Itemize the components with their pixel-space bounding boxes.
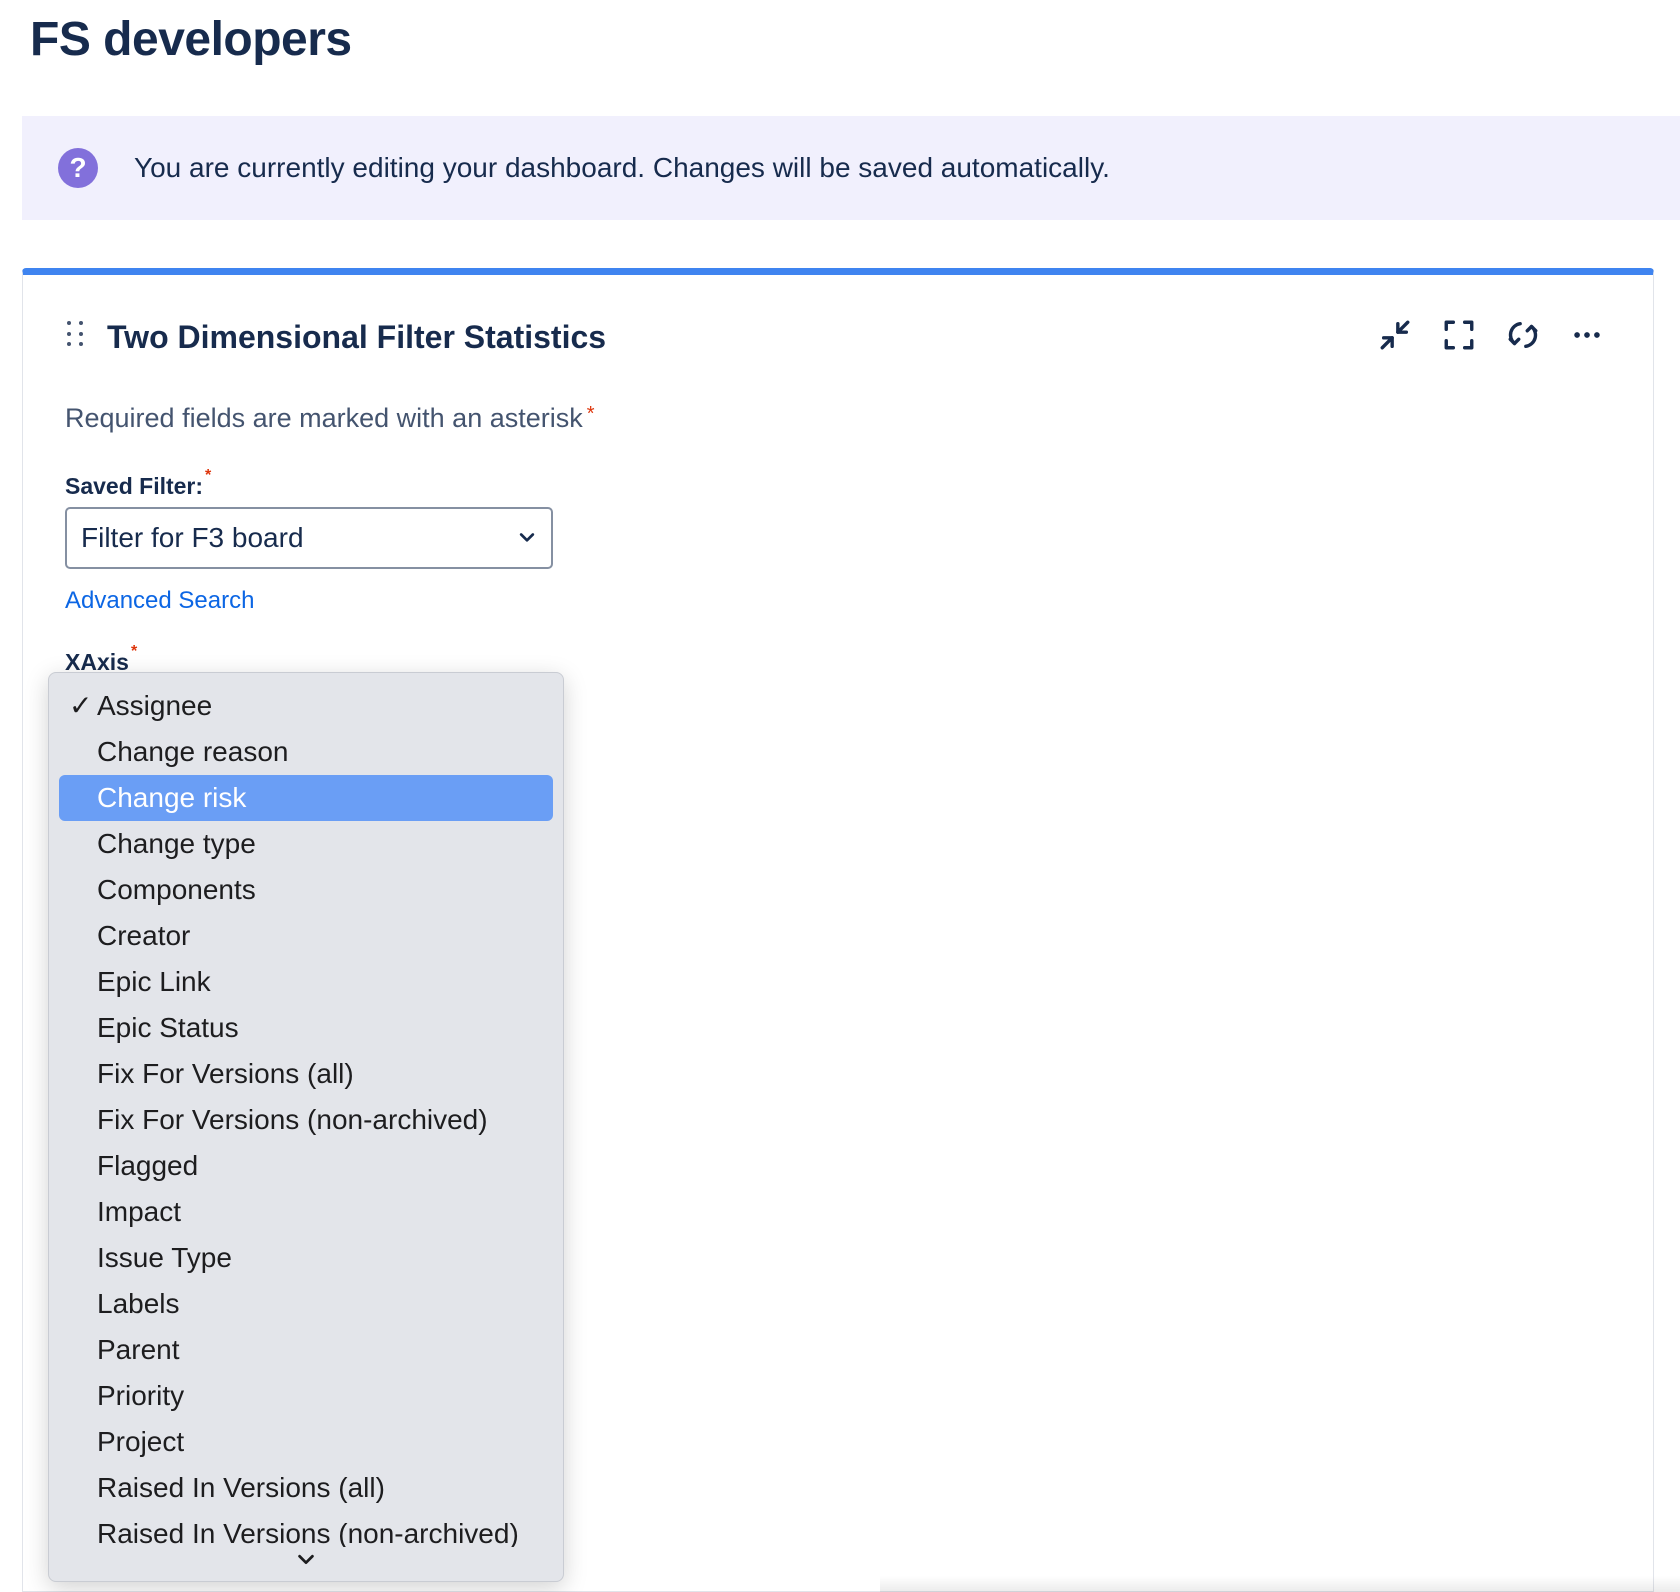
required-asterisk: * <box>130 643 138 660</box>
banner-message: You are currently editing your dashboard… <box>134 152 1110 183</box>
page-title: FS developers <box>30 13 352 66</box>
required-asterisk: * <box>205 467 212 484</box>
xaxis-option[interactable]: ✓ Assignee <box>59 683 553 729</box>
xaxis-option[interactable]: Labels <box>59 1281 553 1327</box>
saved-filter-select[interactable]: Filter for F3 board <box>65 507 553 569</box>
xaxis-dropdown-list[interactable]: ✓ Assignee Change reason Change risk Change … <box>48 672 564 1582</box>
minimize-icon[interactable] <box>1377 317 1413 353</box>
advanced-search-link[interactable]: Advanced Search <box>65 587 254 615</box>
xaxis-option[interactable]: Flagged <box>59 1143 553 1189</box>
xaxis-option[interactable]: Project <box>59 1419 553 1465</box>
xaxis-option[interactable]: Epic Link <box>59 959 553 1005</box>
saved-filter-label-text: Saved Filter: <box>65 473 204 499</box>
page-bottom-shadow <box>880 1576 1680 1592</box>
saved-filter-label: Saved Filter: * <box>65 467 211 500</box>
xaxis-option-label: Change type <box>97 828 256 859</box>
xaxis-option-label: Components <box>97 874 256 905</box>
required-note-text: Required fields are marked with an aster… <box>65 403 583 433</box>
xaxis-option-label: Change reason <box>97 736 289 767</box>
xaxis-option-label: Issue Type <box>97 1242 232 1273</box>
checkmark-icon: ✓ <box>69 690 93 721</box>
xaxis-option[interactable]: Raised In Versions (all) <box>59 1465 553 1511</box>
saved-filter-value: Filter for F3 board <box>81 522 304 553</box>
xaxis-option[interactable]: Change risk <box>59 775 553 821</box>
xaxis-option-label: Priority <box>97 1380 185 1411</box>
xaxis-option-label: Impact <box>97 1196 182 1227</box>
edit-mode-banner: ? You are currently editing your dashboa… <box>22 116 1680 220</box>
xaxis-option[interactable]: Impact <box>59 1189 553 1235</box>
xaxis-option[interactable]: Change reason <box>59 729 553 775</box>
chevron-down-icon <box>517 522 537 554</box>
xaxis-option-label: Parent <box>97 1334 180 1365</box>
xaxis-option[interactable]: Components <box>59 867 553 913</box>
xaxis-option[interactable]: Creator <box>59 913 553 959</box>
xaxis-option-label: Change risk <box>97 782 247 813</box>
fullscreen-icon[interactable] <box>1441 317 1477 353</box>
xaxis-option-label: Epic Status <box>97 1012 239 1043</box>
xaxis-option-label: Flagged <box>97 1150 199 1181</box>
xaxis-option-label: Labels <box>97 1288 180 1319</box>
question-icon[interactable]: ? <box>58 148 98 188</box>
xaxis-option-label: Epic Link <box>97 966 211 997</box>
drag-handle-icon[interactable] <box>67 321 87 349</box>
required-fields-note: Required fields are marked with an aster… <box>65 403 595 434</box>
gadget-title: Two Dimensional Filter Statistics <box>107 319 607 355</box>
xaxis-option[interactable]: Priority <box>59 1373 553 1419</box>
xaxis-option-label: Fix For Versions (all) <box>97 1058 354 1089</box>
xaxis-option-label: Raised In Versions (all) <box>97 1472 385 1503</box>
xaxis-option-label: Project <box>97 1426 185 1457</box>
xaxis-option[interactable]: Issue Type <box>59 1235 553 1281</box>
refresh-icon[interactable] <box>1505 317 1541 353</box>
xaxis-option-label: Creator <box>97 920 191 951</box>
xaxis-options: ✓ Assignee Change reason Change risk Change … <box>49 673 563 1547</box>
xaxis-option[interactable]: Fix For Versions (non-archived) <box>59 1097 553 1143</box>
xaxis-option-label: Fix For Versions (non-archived) <box>97 1104 488 1135</box>
more-icon[interactable] <box>1569 317 1605 353</box>
xaxis-option-label: Assignee <box>97 690 213 721</box>
xaxis-option[interactable]: Epic Status <box>59 1005 553 1051</box>
xaxis-option[interactable]: Parent <box>59 1327 553 1373</box>
xaxis-option[interactable]: Change type <box>59 821 553 867</box>
dashboard-page: FS developers ? You are currently editin… <box>0 0 1680 1592</box>
required-asterisk: * <box>586 403 595 425</box>
scroll-down-icon[interactable] <box>49 1537 563 1581</box>
xaxis-option[interactable]: Fix For Versions (all) <box>59 1051 553 1097</box>
gadget-actions <box>1377 317 1605 353</box>
